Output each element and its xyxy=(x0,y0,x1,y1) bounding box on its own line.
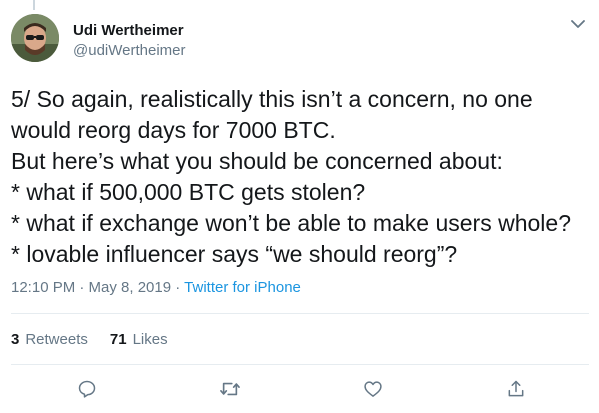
retweets-stat[interactable]: 3 Retweets xyxy=(11,331,88,348)
author-name[interactable]: Udi Wertheimer xyxy=(73,22,184,39)
avatar-image xyxy=(11,14,59,62)
avatar[interactable] xyxy=(11,14,59,62)
likes-count: 71 xyxy=(109,331,127,348)
thread-connector-line xyxy=(33,0,35,10)
tweet-meta: 12:10 PM · May 8, 2019 · Twitter for iPh… xyxy=(11,279,301,296)
heart-icon[interactable] xyxy=(358,374,388,404)
tweet-text: 5/ So again, realistically this isn’t a … xyxy=(11,86,571,267)
divider xyxy=(11,313,589,314)
retweet-icon[interactable] xyxy=(215,374,245,404)
tweet-stats: 3 Retweets 71 Likes xyxy=(11,331,168,348)
likes-stat[interactable]: 71 Likes xyxy=(110,331,168,348)
author-handle[interactable]: @udiWertheimer xyxy=(73,42,186,59)
reply-icon[interactable] xyxy=(72,374,102,404)
likes-label: Likes xyxy=(132,331,168,348)
tweet-source-link[interactable]: Twitter for iPhone xyxy=(184,279,301,296)
retweets-label: Retweets xyxy=(25,331,88,348)
tweet-actions xyxy=(60,374,560,404)
divider xyxy=(11,364,589,365)
chevron-down-icon[interactable] xyxy=(566,12,590,36)
share-icon[interactable] xyxy=(501,374,531,404)
retweets-count: 3 xyxy=(11,331,20,348)
tweet-timestamp[interactable]: 12:10 PM · May 8, 2019 · xyxy=(11,279,184,296)
